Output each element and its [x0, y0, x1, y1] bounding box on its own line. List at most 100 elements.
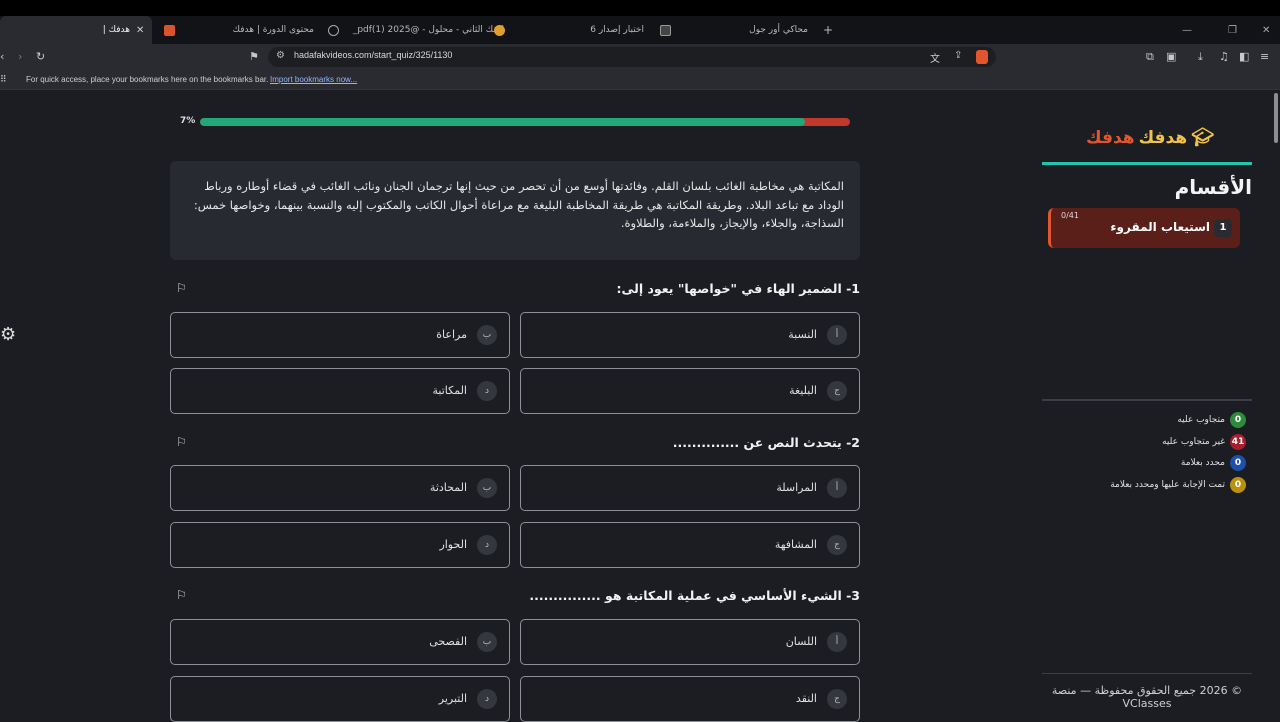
option-letter: ب	[477, 478, 497, 498]
option-letter: ج	[827, 381, 847, 401]
option-b[interactable]: ب الفصحى	[170, 619, 510, 665]
sidebar-icon[interactable]: ◧	[1239, 50, 1249, 64]
menu-icon[interactable]: ≡	[1260, 50, 1269, 64]
option-a[interactable]: أ اللسان	[520, 619, 860, 665]
logo-underline	[1042, 162, 1252, 165]
option-letter: د	[477, 381, 497, 401]
option-text: البليغة	[789, 384, 817, 397]
legend-label: تمت الإجابة عليها ومحدد بعلامة	[1110, 480, 1225, 490]
import-bookmarks-link[interactable]: Import bookmarks now...	[270, 75, 357, 84]
bookmark-icon[interactable]: ⚑	[249, 50, 259, 64]
option-text: النسبة	[788, 328, 817, 341]
brave-shield-icon[interactable]	[976, 50, 988, 64]
sections-title: الأقسام	[1174, 175, 1252, 199]
tab-title: اختبار إصدار 6	[590, 25, 644, 35]
url-text: hadafakvideos.com/start_quiz/325/1130	[294, 50, 453, 60]
option-text: الفصحى	[429, 635, 467, 648]
option-c[interactable]: ج البليغة	[520, 368, 860, 414]
download-icon[interactable]: ⤓	[1198, 50, 1203, 64]
bookmarks-message: For quick access, place your bookmarks h…	[26, 75, 269, 84]
option-b[interactable]: ب المحادثة	[170, 465, 510, 511]
tab-hadafak[interactable]: ✕ هدفك |	[0, 16, 152, 44]
option-letter: د	[477, 689, 497, 709]
share-icon[interactable]: ⇪	[954, 50, 962, 61]
tab-pdf[interactable]: البنك الثاني - محلول - @pdf(1) 2025_	[322, 16, 512, 44]
flag-icon[interactable]: ⚐	[176, 281, 187, 295]
flag-icon[interactable]: ⚐	[176, 588, 187, 602]
minimize-icon[interactable]: —	[1182, 25, 1192, 36]
tab-favicon-icon	[660, 24, 671, 36]
progress-bar	[200, 118, 850, 126]
question-text: 1- الضمير الهاء في "خواصها" يعود إلى:	[616, 281, 860, 296]
legend-label: غير متجاوب عليه	[1162, 437, 1225, 447]
legend-badge: 0	[1230, 455, 1246, 471]
forward-icon[interactable]: ›	[18, 50, 22, 64]
section-item-reading-comprehension[interactable]: 1 استيعاب المقروء 0/41	[1048, 208, 1240, 248]
question-text: 2- يتحدث النص عن ..............	[672, 435, 860, 450]
option-letter: أ	[827, 325, 847, 345]
tab-exam[interactable]: اختبار إصدار 6	[490, 16, 658, 44]
tab-title: البنك الثاني - محلول - @pdf(1) 2025_	[352, 25, 504, 35]
option-letter: ج	[827, 535, 847, 555]
question-text: 3- الشيء الأساسي في عملية المكاتبة هو ..…	[529, 588, 860, 603]
address-bar[interactable]: ⚙ hadafakvideos.com/start_quiz/325/1130 …	[268, 47, 996, 67]
option-text: التبرير	[438, 692, 467, 705]
option-b[interactable]: ب مراعاة	[170, 312, 510, 358]
flag-icon[interactable]: ⚐	[176, 435, 187, 449]
option-c[interactable]: ج المشافهة	[520, 522, 860, 568]
page-content: ⚙ 7% المكاتبة هي مخاطبة الغائب بلسان الق…	[0, 91, 1280, 722]
sidebar-divider	[1042, 399, 1252, 401]
question-3: 3- الشيء الأساسي في عملية المكاتبة هو ..…	[170, 588, 860, 618]
graduation-cap-icon: 🎓︎	[1191, 127, 1215, 148]
progress-fill	[200, 118, 805, 126]
extensions-icon[interactable]: ⧉	[1146, 50, 1154, 64]
question-1: 1- الضمير الهاء في "خواصها" يعود إلى: ⚐	[170, 281, 860, 311]
wallet-icon[interactable]: ▣	[1166, 50, 1176, 64]
option-d[interactable]: د المكاتبة	[170, 368, 510, 414]
new-tab-button[interactable]: +	[823, 23, 833, 37]
option-letter: ب	[477, 325, 497, 345]
site-info-icon[interactable]: ⚙	[276, 50, 285, 61]
legend-badge: 0	[1230, 412, 1246, 428]
apps-icon[interactable]: ⠿	[0, 74, 7, 85]
page-scrollbar[interactable]	[1274, 93, 1278, 143]
option-text: النقد	[795, 692, 817, 705]
option-letter: أ	[827, 632, 847, 652]
tab-simulator[interactable]: محاكي أور جول	[656, 16, 816, 44]
reload-icon[interactable]: ↻	[36, 50, 45, 64]
option-d[interactable]: د الحوار	[170, 522, 510, 568]
option-text: المشافهة	[774, 538, 817, 551]
settings-gear-icon[interactable]: ⚙	[0, 326, 18, 344]
option-d[interactable]: د التبرير	[170, 676, 510, 722]
legend-label: محدد بعلامة	[1180, 458, 1225, 468]
section-count: 0/41	[1061, 211, 1079, 220]
tab-favicon-icon	[494, 24, 505, 36]
sections-sidebar: 🎓︎ هدفك هدفك الأقسام 1 استيعاب المقروء 0…	[1042, 91, 1252, 720]
tab-title: هدفك |	[102, 25, 130, 35]
legend-answered-flagged: 0 تمت الإجابة عليها ومحدد بعلامة	[1110, 477, 1246, 493]
option-text: الحوار	[439, 538, 467, 551]
progress-label: 7%	[180, 116, 196, 126]
legend-flagged: 0 محدد بعلامة	[1181, 455, 1246, 471]
legend-label: متجاوب عليه	[1177, 415, 1225, 425]
brand-logo: 🎓︎ هدفك هدفك	[1086, 127, 1214, 148]
screen-top-strip	[0, 0, 1280, 16]
legend-answered: 0 متجاوب عليه	[1177, 412, 1246, 428]
maximize-icon[interactable]: ❐	[1228, 25, 1237, 36]
media-icon[interactable]: ♫	[1219, 50, 1229, 64]
option-c[interactable]: ج النقد	[520, 676, 860, 722]
reading-passage: المكاتبة هي مخاطبة الغائب بلسان القلم. و…	[170, 161, 860, 260]
option-letter: ب	[477, 632, 497, 652]
browser-tab-bar: ✕ هدفك | محتوى الدورة | هدفك البنك الثان…	[0, 16, 1280, 44]
close-tab-icon[interactable]: ✕	[136, 25, 144, 36]
option-a[interactable]: أ المراسلة	[520, 465, 860, 511]
option-a[interactable]: أ النسبة	[520, 312, 860, 358]
back-icon[interactable]: ‹	[0, 50, 4, 64]
option-text: اللسان	[785, 635, 817, 648]
section-number: 1	[1214, 219, 1232, 237]
close-window-icon[interactable]: ✕	[1262, 25, 1270, 36]
tab-course-content[interactable]: محتوى الدورة | هدفك	[160, 16, 320, 44]
tab-title: محتوى الدورة | هدفك	[232, 25, 314, 35]
translate-icon[interactable]: 文	[930, 50, 940, 65]
option-text: المراسلة	[776, 481, 817, 494]
